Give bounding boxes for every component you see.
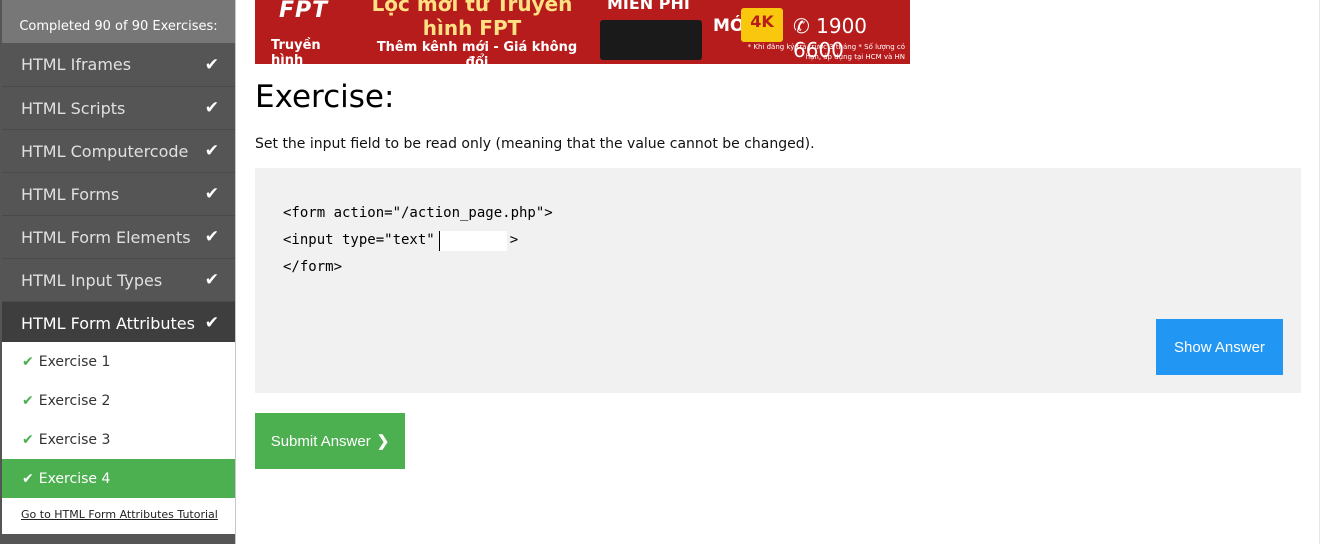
answer-input[interactable]	[438, 230, 507, 251]
sidebar-item-html-form-attributes[interactable]: HTML Form Attributes ✔	[2, 301, 235, 344]
progress-text: Completed 90 of 90 Exercises:	[19, 18, 218, 34]
exercise-item-3[interactable]: ✔ Exercise 3	[2, 420, 235, 459]
exercise-item-4[interactable]: ✔ Exercise 4	[2, 459, 235, 498]
sidebar: Completed 90 of 90 Exercises: HTML Ifram…	[0, 0, 236, 544]
checkmark-icon: ✔	[22, 470, 34, 487]
ad-headline: Lộc mới từ Truyền hình FPT	[371, 0, 573, 40]
sidebar-item-label: HTML Iframes	[21, 55, 132, 74]
exercise-label: Exercise 1	[38, 353, 111, 370]
sidebar-item-label: HTML Computercode	[21, 141, 189, 161]
code-line-1: <form action="/action_page.php">	[283, 205, 553, 221]
sidebar-item-html-form-elements[interactable]: HTML Form Elements ✔	[2, 215, 235, 258]
checkmark-icon: ✔	[204, 141, 219, 161]
set-top-box-image	[600, 20, 702, 60]
exercise-label: Exercise 3	[38, 431, 111, 448]
submit-answer-button[interactable]: Submit Answer ❯	[255, 413, 405, 469]
sidebar-item-label: HTML Form Attributes	[21, 313, 195, 333]
checkmark-icon: ✔	[204, 98, 219, 118]
exercise-item-1[interactable]: ✔ Exercise 1	[2, 342, 235, 381]
checkmark-icon: ✔	[204, 54, 219, 75]
exercise-label: Exercise 2	[38, 392, 111, 409]
fpt-logo: FPT Truyền hình	[265, 0, 355, 64]
checkmark-icon: ✔	[22, 431, 34, 448]
sidebar-item-html-scripts[interactable]: HTML Scripts ✔	[2, 86, 235, 129]
ad-banner[interactable]: FPT Truyền hình Lộc mới từ Truyền hình F…	[255, 0, 910, 64]
checkmark-icon: ✔	[22, 353, 34, 370]
ad-tagline: Thêm kênh mới - Giá không đổi	[376, 40, 578, 64]
checkmark-icon: ✔	[204, 184, 219, 204]
sidebar-item-html-iframes[interactable]: HTML Iframes ✔	[2, 43, 235, 86]
logo-text: FPT	[279, 0, 329, 23]
exercise-instruction: Set the input field to be read only (mea…	[255, 136, 815, 152]
logo-subtext: Truyền hình	[271, 38, 321, 64]
submit-label: Submit Answer	[270, 432, 371, 450]
code-line-3: </form>	[283, 259, 343, 275]
code-box: <form action="/action_page.php"> <input …	[255, 168, 1301, 393]
chevron-right-icon: ❯	[376, 433, 390, 450]
code-snippet: <form action="/action_page.php"> <input …	[283, 200, 553, 281]
ad-4k-badge: 4K	[741, 8, 783, 42]
sidebar-item-label: HTML Scripts	[21, 98, 126, 118]
sidebar-item-label: HTML Forms	[21, 184, 120, 204]
sidebar-item-html-forms[interactable]: HTML Forms ✔	[2, 172, 235, 215]
exercise-label: Exercise 4	[38, 470, 111, 487]
code-line-2-end: >	[509, 232, 519, 248]
checkmark-icon: ✔	[204, 227, 219, 247]
sidebar-item-label: HTML Input Types	[21, 270, 163, 290]
ad-fine-print: * Khi đăng ký trả trước 3 tháng * Số lượ…	[747, 43, 905, 61]
topic-list: HTML Iframes ✔ HTML Scripts ✔ HTML Compu…	[2, 43, 235, 344]
checkmark-icon: ✔	[204, 313, 219, 333]
page-title: Exercise:	[255, 79, 395, 115]
tutorial-link[interactable]: Go to HTML Form Attributes Tutorial	[2, 498, 235, 521]
checkmark-icon: ✔	[22, 392, 34, 409]
show-answer-button[interactable]: Show Answer	[1156, 319, 1283, 375]
code-line-2: <input type="text" >	[283, 227, 553, 254]
code-line-2-start: <input type="text"	[283, 232, 435, 248]
sidebar-item-html-computercode[interactable]: HTML Computercode ✔	[2, 129, 235, 172]
checkmark-icon: ✔	[204, 270, 219, 290]
sidebar-item-label: HTML Form Elements	[21, 227, 191, 247]
exercise-list: ✔ Exercise 1 ✔ Exercise 2 ✔ Exercise 3 ✔…	[2, 342, 235, 534]
sidebar-item-html-input-types[interactable]: HTML Input Types ✔	[2, 258, 235, 301]
exercise-item-2[interactable]: ✔ Exercise 2	[2, 381, 235, 420]
ad-free-text: MIỄN PHÍ	[607, 0, 690, 13]
